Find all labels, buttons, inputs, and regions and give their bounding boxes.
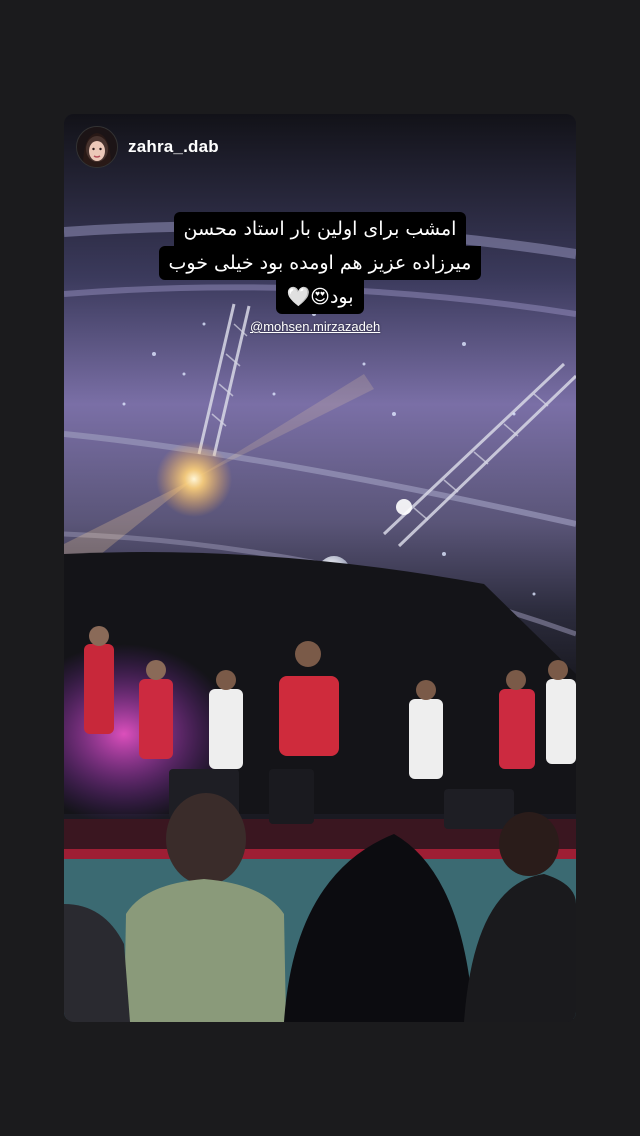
caption-line-3: بود😍🤍 — [276, 280, 364, 314]
caption-line-2: میرزاده عزیز هم اومده بود خیلی خوب — [158, 246, 482, 280]
story-header[interactable]: zahra_.dab — [76, 126, 219, 168]
story-card[interactable]: zahra_.dab امشب برای اولین بار استاد محس… — [64, 114, 576, 1022]
username[interactable]: zahra_.dab — [128, 137, 219, 157]
caption-line-1: امشب برای اولین بار استاد محسن — [173, 212, 467, 246]
story-caption: امشب برای اولین بار استاد محسن میرزاده ع… — [64, 212, 576, 314]
avatar-image — [77, 127, 117, 167]
avatar[interactable] — [76, 126, 118, 168]
mention-sticker[interactable]: @mohsen.mirzazadeh — [250, 319, 380, 334]
